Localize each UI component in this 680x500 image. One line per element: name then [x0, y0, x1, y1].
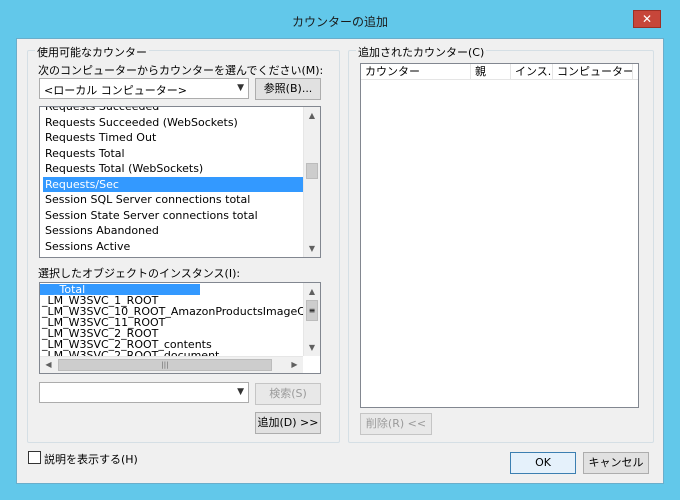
show-description-label[interactable]: 説明を表示する(H) — [44, 451, 138, 467]
show-description-checkbox[interactable] — [28, 451, 41, 464]
computer-value: <ローカル コンピューター> — [44, 84, 187, 97]
scrollbar-thumb[interactable]: ≡ — [306, 300, 318, 321]
listview-header: カウンター 親 インス... コンピューター — [361, 64, 638, 80]
scroll-down-icon[interactable]: ▼ — [304, 339, 320, 356]
scroll-up-icon[interactable]: ▲ — [304, 107, 320, 124]
add-counters-window: カウンターの追加 ✕ 使用可能なカウンター 次のコンピューターからカウンターを選… — [0, 0, 680, 500]
added-counters-label: 追加されたカウンター(C) — [356, 44, 487, 60]
added-counters-listview[interactable]: カウンター 親 インス... コンピューター — [360, 63, 639, 408]
instance-list-hscrollbar[interactable]: ◀ ||| ▶ — [40, 356, 303, 373]
scrollbar-thumb[interactable]: ||| — [58, 359, 272, 371]
scroll-down-icon[interactable]: ▼ — [304, 240, 320, 257]
column-counter[interactable]: カウンター — [361, 64, 471, 80]
counter-listbox[interactable]: Requests Succeeded Requests Succeeded (We… — [39, 106, 321, 258]
instances-label: 選択したオブジェクトのインスタンス(I): — [38, 267, 241, 280]
ok-button[interactable]: OK — [510, 452, 576, 474]
chevron-down-icon[interactable]: ▼ — [237, 83, 244, 93]
scroll-right-icon[interactable]: ▶ — [286, 357, 303, 373]
counter-list-item[interactable]: Session SQL Server connections total — [43, 192, 303, 208]
counter-list-item[interactable]: Sessions Abandoned — [43, 223, 303, 239]
instance-listbox[interactable]: _Total_ _LM_W3SVC_1_ROOT _LM_W3SVC_10_ROOT… — [39, 282, 321, 374]
window-title: カウンターの追加 — [291, 15, 388, 29]
counter-list-item[interactable]: Requests Timed Out — [43, 130, 303, 146]
counter-list-scrollbar[interactable]: ▲ ▼ — [303, 107, 320, 257]
title-bar[interactable]: カウンターの追加 ✕ — [0, 0, 680, 38]
column-instance[interactable]: インス... — [511, 64, 553, 80]
add-button[interactable]: 追加(D) >> — [255, 412, 321, 434]
instance-list-scrollbar[interactable]: ▲ ≡ ▼ — [303, 283, 320, 356]
counter-list-item[interactable]: Requests/Sec — [43, 176, 303, 192]
counter-list-item[interactable]: Requests Total (WebSockets) — [43, 161, 303, 177]
cancel-button[interactable]: キャンセル — [583, 452, 649, 474]
counter-list-item[interactable]: Requests Total — [43, 146, 303, 162]
available-counters-label: 使用可能なカウンター — [35, 44, 149, 60]
close-button[interactable]: ✕ — [633, 10, 661, 28]
scroll-left-icon[interactable]: ◀ — [40, 357, 57, 373]
computer-select-label: 次のコンピューターからカウンターを選んでください(M): — [38, 64, 324, 77]
counter-list-item[interactable]: Session State Server connections total — [43, 208, 303, 224]
browse-button[interactable]: 参照(B)... — [255, 78, 321, 100]
counter-list-item[interactable]: Sessions Active — [43, 239, 303, 255]
counter-list-item[interactable]: Requests Succeeded (WebSockets) — [43, 115, 303, 131]
search-combobox[interactable]: ▼ — [39, 382, 249, 403]
scrollbar-thumb[interactable] — [306, 163, 318, 179]
remove-button[interactable]: 削除(R) << — [360, 413, 432, 435]
scroll-up-icon[interactable]: ▲ — [304, 283, 320, 300]
column-parent[interactable]: 親 — [471, 64, 511, 80]
dialog-client: 使用可能なカウンター 次のコンピューターからカウンターを選んでください(M): … — [16, 38, 664, 484]
counter-list-item[interactable]: Requests Succeeded — [43, 107, 303, 115]
computer-combobox[interactable]: <ローカル コンピューター> ▼ — [39, 78, 249, 99]
column-computer[interactable]: コンピューター — [553, 64, 633, 80]
chevron-down-icon[interactable]: ▼ — [237, 387, 244, 397]
search-button[interactable]: 検索(S) — [255, 383, 321, 405]
close-icon: ✕ — [641, 12, 653, 26]
